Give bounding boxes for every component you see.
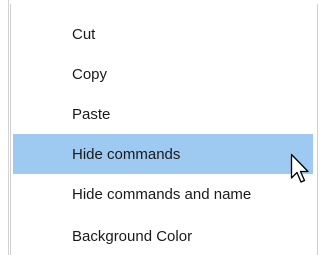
menu-item-cut[interactable]: Cut bbox=[13, 14, 313, 54]
screen: ▔▔▔▔▔▔▔▔▔▔▔▔ ▔▔▔▔▔▔▔▔▔▔ Cut Copy Paste H… bbox=[0, 0, 323, 255]
window-edge bbox=[8, 0, 9, 255]
menu-item-hide-commands-and-name[interactable]: Hide commands and name bbox=[13, 174, 313, 214]
context-menu: Cut Copy Paste Hide commands Hide comman… bbox=[10, 4, 318, 255]
menu-item-copy[interactable]: Copy bbox=[13, 54, 313, 94]
menu-item-label: Hide commands and name bbox=[72, 185, 252, 203]
arrow-pointer-icon bbox=[290, 153, 309, 183]
menu-item-label: Cut bbox=[72, 25, 96, 43]
menu-item-label: Hide commands bbox=[72, 145, 181, 163]
menu-item-hide-commands[interactable]: Hide commands bbox=[13, 134, 313, 174]
menu-item-background-color[interactable]: Background Color bbox=[13, 216, 313, 255]
menu-item-label: Copy bbox=[72, 65, 108, 83]
menu-item-label: Paste bbox=[72, 105, 111, 123]
menu-item-label: Background Color bbox=[72, 227, 193, 245]
menu-item-paste[interactable]: Paste bbox=[13, 94, 313, 134]
